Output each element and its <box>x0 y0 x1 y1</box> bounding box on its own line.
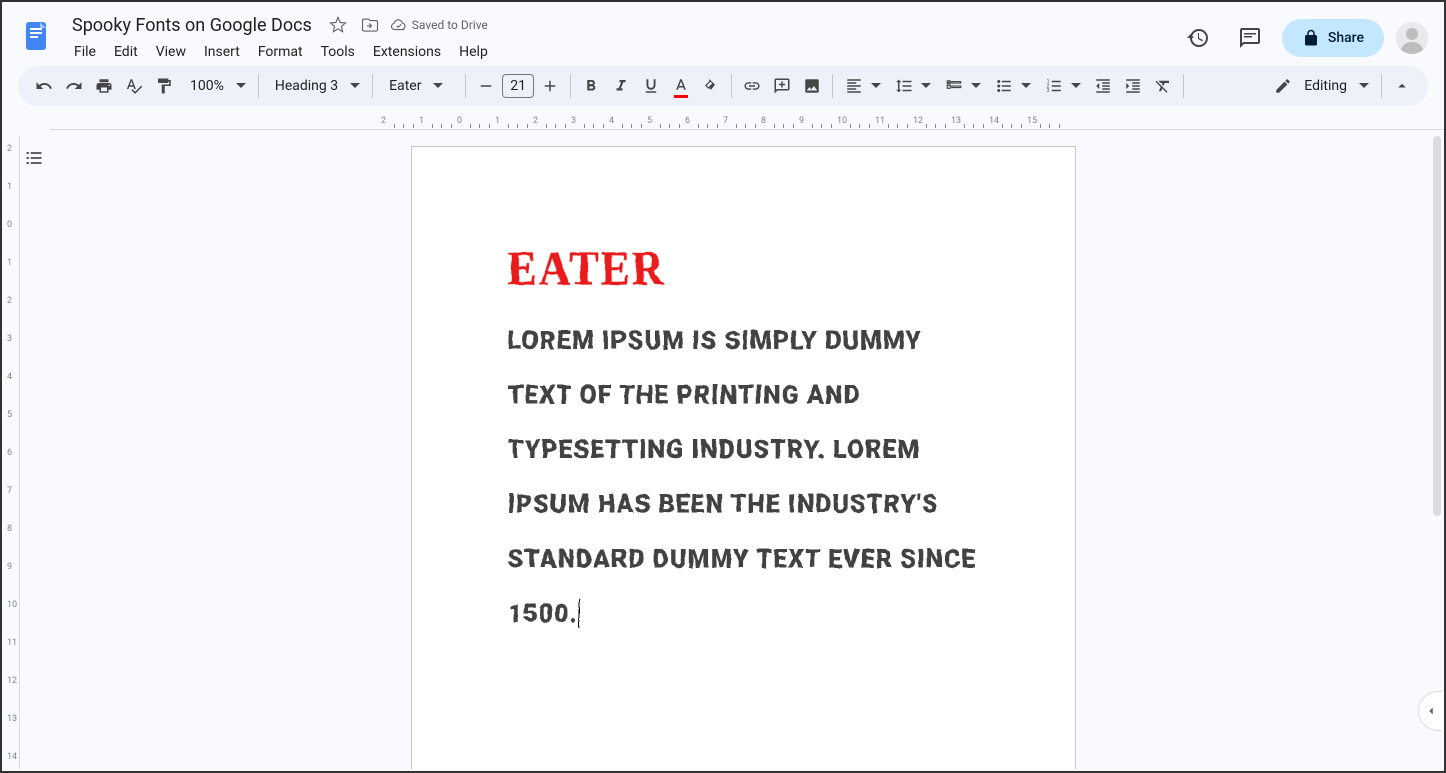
separator <box>731 74 732 98</box>
zoom-value: 100% <box>186 78 228 94</box>
header-right: Share <box>1178 18 1428 58</box>
line-spacing-dropdown[interactable] <box>889 72 937 100</box>
spellcheck-button[interactable] <box>120 72 148 100</box>
collapse-toolbar-button[interactable] <box>1388 72 1416 100</box>
clear-format-button[interactable] <box>1149 72 1177 100</box>
paint-format-button[interactable] <box>150 72 178 100</box>
page-scroll-area[interactable]: EATER LOREM IPSUM IS SIMPLY DUMMY TEXT O… <box>52 136 1434 769</box>
vertical-ruler[interactable]: 2101234567891011121314 <box>4 136 20 769</box>
document-page[interactable]: EATER LOREM IPSUM IS SIMPLY DUMMY TEXT O… <box>411 146 1076 769</box>
separator <box>832 74 833 98</box>
save-status-text: Saved to Drive <box>412 18 488 32</box>
caret-down-icon <box>971 81 981 91</box>
svg-text:3: 3 <box>1047 88 1050 94</box>
bold-button[interactable] <box>577 72 605 100</box>
cloud-icon <box>390 16 408 34</box>
horizontal-ruler[interactable] <box>50 114 1444 130</box>
move-icon[interactable] <box>358 13 382 37</box>
caret-down-icon <box>350 81 360 91</box>
caret-down-icon <box>921 81 931 91</box>
caret-down-icon <box>236 81 246 91</box>
canvas-area: 2101234567891011121314 EATER LOREM IPSUM… <box>2 136 1434 769</box>
share-button[interactable]: Share <box>1282 19 1384 57</box>
undo-button[interactable] <box>30 72 58 100</box>
decrease-font-button[interactable] <box>472 72 500 100</box>
separator <box>372 74 373 98</box>
link-button[interactable] <box>738 72 766 100</box>
pencil-icon <box>1274 77 1292 95</box>
redo-button[interactable] <box>60 72 88 100</box>
title-area: Spooky Fonts on Google Docs Saved to Dri… <box>66 13 1178 64</box>
menu-insert[interactable]: Insert <box>196 40 248 64</box>
numbered-list-dropdown[interactable]: 123 <box>1039 72 1087 100</box>
editing-mode-dropdown[interactable]: Editing <box>1268 72 1375 100</box>
account-avatar[interactable] <box>1396 22 1428 54</box>
insert-image-button[interactable] <box>798 72 826 100</box>
checklist-dropdown[interactable] <box>939 72 987 100</box>
title-row: Spooky Fonts on Google Docs Saved to Dri… <box>66 13 1178 38</box>
app-header: Spooky Fonts on Google Docs Saved to Dri… <box>2 2 1444 66</box>
document-heading[interactable]: EATER <box>508 240 979 296</box>
font-dropdown[interactable]: Eater <box>379 72 459 100</box>
share-label: Share <box>1328 30 1364 46</box>
menu-view[interactable]: View <box>148 40 194 64</box>
add-comment-button[interactable] <box>768 72 796 100</box>
bulleted-list-dropdown[interactable] <box>989 72 1037 100</box>
text-cursor <box>579 599 580 628</box>
save-status[interactable]: Saved to Drive <box>390 16 488 34</box>
menu-bar: FileEditViewInsertFormatToolsExtensionsH… <box>66 40 1178 64</box>
separator <box>1183 74 1184 98</box>
italic-button[interactable] <box>607 72 635 100</box>
caret-down-icon <box>1359 81 1369 91</box>
highlight-button[interactable] <box>697 72 725 100</box>
text-color-indicator <box>674 95 688 98</box>
print-button[interactable] <box>90 72 118 100</box>
font-size-input[interactable] <box>502 74 534 98</box>
toolbar-container: 100% Heading 3 Eater 123 <box>2 66 1444 114</box>
scrollbar-thumb[interactable] <box>1433 136 1441 516</box>
chevron-left-icon <box>1424 704 1438 718</box>
comments-icon[interactable] <box>1230 18 1270 58</box>
caret-down-icon <box>871 81 881 91</box>
underline-button[interactable] <box>637 72 665 100</box>
separator <box>570 74 571 98</box>
caret-down-icon <box>1021 81 1031 91</box>
vertical-scrollbar[interactable] <box>1432 136 1442 769</box>
increase-indent-button[interactable] <box>1119 72 1147 100</box>
caret-down-icon <box>433 81 443 91</box>
outline-toggle-icon[interactable] <box>24 148 48 172</box>
menu-format[interactable]: Format <box>250 40 311 64</box>
style-value: Heading 3 <box>271 78 342 94</box>
separator <box>465 74 466 98</box>
document-title[interactable]: Spooky Fonts on Google Docs <box>66 13 318 38</box>
editing-mode-value: Editing <box>1300 78 1351 94</box>
outline-column <box>20 136 52 769</box>
increase-font-button[interactable] <box>536 72 564 100</box>
menu-edit[interactable]: Edit <box>106 40 146 64</box>
separator <box>258 74 259 98</box>
document-body[interactable]: LOREM IPSUM IS SIMPLY DUMMY TEXT OF THE … <box>508 314 979 642</box>
menu-help[interactable]: Help <box>451 40 496 64</box>
star-icon[interactable] <box>326 13 350 37</box>
lock-icon <box>1302 29 1320 47</box>
caret-down-icon <box>1071 81 1081 91</box>
menu-extensions[interactable]: Extensions <box>365 40 449 64</box>
align-dropdown[interactable] <box>839 72 887 100</box>
history-icon[interactable] <box>1178 18 1218 58</box>
decrease-indent-button[interactable] <box>1089 72 1117 100</box>
menu-tools[interactable]: Tools <box>313 40 363 64</box>
separator <box>1381 74 1382 98</box>
font-value: Eater <box>385 78 425 94</box>
style-dropdown[interactable]: Heading 3 <box>265 72 366 100</box>
zoom-dropdown[interactable]: 100% <box>180 72 252 100</box>
docs-logo-icon[interactable] <box>18 18 58 58</box>
menu-file[interactable]: File <box>66 40 104 64</box>
text-color-button[interactable] <box>667 72 695 100</box>
toolbar: 100% Heading 3 Eater 123 <box>18 66 1428 106</box>
